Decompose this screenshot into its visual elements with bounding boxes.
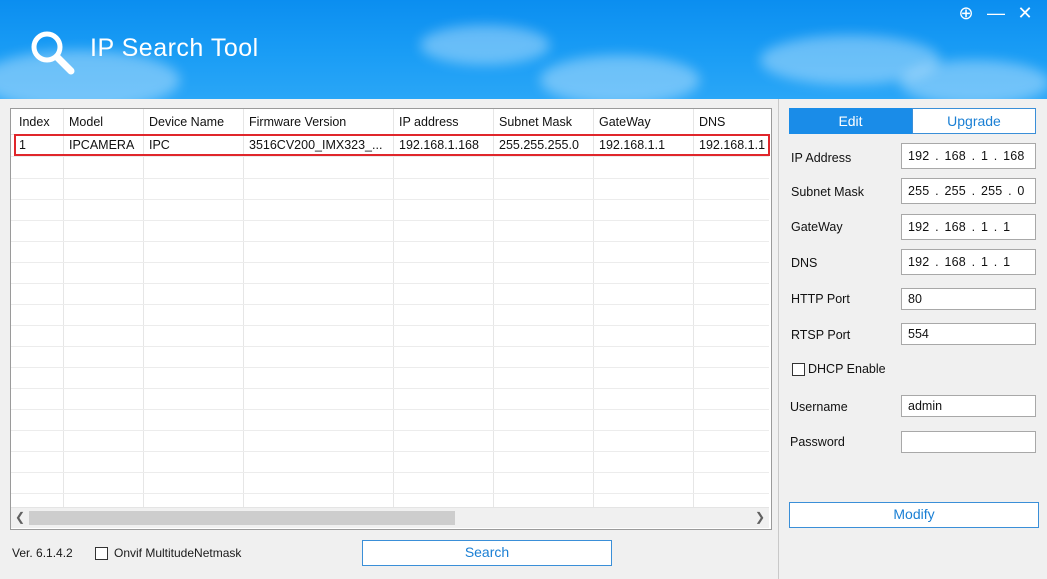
username-label: Username: [790, 400, 848, 414]
search-icon: [31, 31, 75, 75]
column-dns[interactable]: DNS: [699, 115, 725, 129]
column-subnet-mask[interactable]: Subnet Mask: [499, 115, 572, 129]
tab-edit[interactable]: Edit: [789, 108, 912, 134]
horizontal-scrollbar[interactable]: ❮ ❯: [11, 507, 769, 528]
device-table[interactable]: Index Model Device Name Firmware Version…: [10, 108, 772, 530]
rtsp-port-field[interactable]: 554: [901, 323, 1036, 345]
bottom-bar: Ver. 6.1.4.2 Onvif MultitudeNetmask Sear…: [0, 530, 778, 579]
table-row: [11, 241, 769, 263]
app-title: IP Search Tool: [90, 34, 259, 62]
cloud-decoration: [540, 55, 700, 99]
table-row: [11, 283, 769, 305]
table-row: [11, 430, 769, 452]
column-model[interactable]: Model: [69, 115, 103, 129]
rtsp-port-label: RTSP Port: [791, 328, 851, 342]
table-row: [11, 178, 769, 200]
table-row: [11, 325, 769, 347]
column-index[interactable]: Index: [19, 115, 50, 129]
onvif-checkbox[interactable]: [95, 547, 108, 560]
http-port-field[interactable]: 80: [901, 288, 1036, 310]
add-window-icon[interactable]: ⊕: [956, 4, 976, 24]
subnet-mask-label: Subnet Mask: [791, 185, 864, 199]
table-header: Index Model Device Name Firmware Version…: [11, 109, 769, 135]
version-label: Ver. 6.1.4.2: [12, 546, 73, 560]
dns-field[interactable]: 192 . 168 . 1 . 1: [901, 249, 1036, 275]
column-ip-address[interactable]: IP address: [399, 115, 459, 129]
subnet-mask-field[interactable]: 255 . 255 . 255 . 0: [901, 178, 1036, 204]
column-gateway[interactable]: GateWay: [599, 115, 651, 129]
scroll-left-icon[interactable]: ❮: [15, 510, 25, 524]
dhcp-label: DHCP Enable: [808, 362, 886, 376]
table-row: [11, 367, 769, 389]
password-label: Password: [790, 435, 845, 449]
column-firmware-version[interactable]: Firmware Version: [249, 115, 346, 129]
minimize-button[interactable]: —: [986, 4, 1006, 24]
table-row: [11, 472, 769, 494]
table-row: [11, 409, 769, 431]
table-row: [11, 157, 769, 179]
selected-row-highlight: [14, 134, 770, 156]
gateway-field[interactable]: 192 . 168 . 1 . 1: [901, 214, 1036, 240]
modify-button[interactable]: Modify: [789, 502, 1039, 528]
username-field[interactable]: admin: [901, 395, 1036, 417]
search-button[interactable]: Search: [362, 540, 612, 566]
table-row: [11, 199, 769, 221]
table-row: [11, 262, 769, 284]
dns-label: DNS: [791, 256, 818, 270]
table-row: [11, 451, 769, 473]
cloud-decoration: [420, 25, 550, 65]
column-device-name[interactable]: Device Name: [149, 115, 224, 129]
http-port-label: HTTP Port: [791, 292, 850, 306]
close-button[interactable]: ✕: [1015, 4, 1035, 24]
gateway-label: GateWay: [791, 220, 843, 234]
tab-upgrade[interactable]: Upgrade: [912, 108, 1036, 134]
edit-panel: Edit Upgrade IP Address 192 . 168 . 1 . …: [778, 99, 1047, 579]
onvif-label: Onvif MultitudeNetmask: [114, 546, 242, 560]
scroll-right-icon[interactable]: ❯: [755, 510, 765, 524]
table-row: [11, 388, 769, 410]
dhcp-checkbox[interactable]: [792, 363, 805, 376]
table-row: [11, 220, 769, 242]
scrollbar-thumb[interactable]: [29, 511, 455, 525]
ip-address-label: IP Address: [791, 151, 852, 165]
table-row: [11, 346, 769, 368]
table-row: [11, 304, 769, 326]
cloud-decoration: [900, 60, 1047, 99]
title-bar: IP Search Tool ⊕ — ✕: [0, 0, 1047, 99]
password-field[interactable]: [901, 431, 1036, 453]
ip-address-field[interactable]: 192 . 168 . 1 . 168: [901, 143, 1036, 169]
